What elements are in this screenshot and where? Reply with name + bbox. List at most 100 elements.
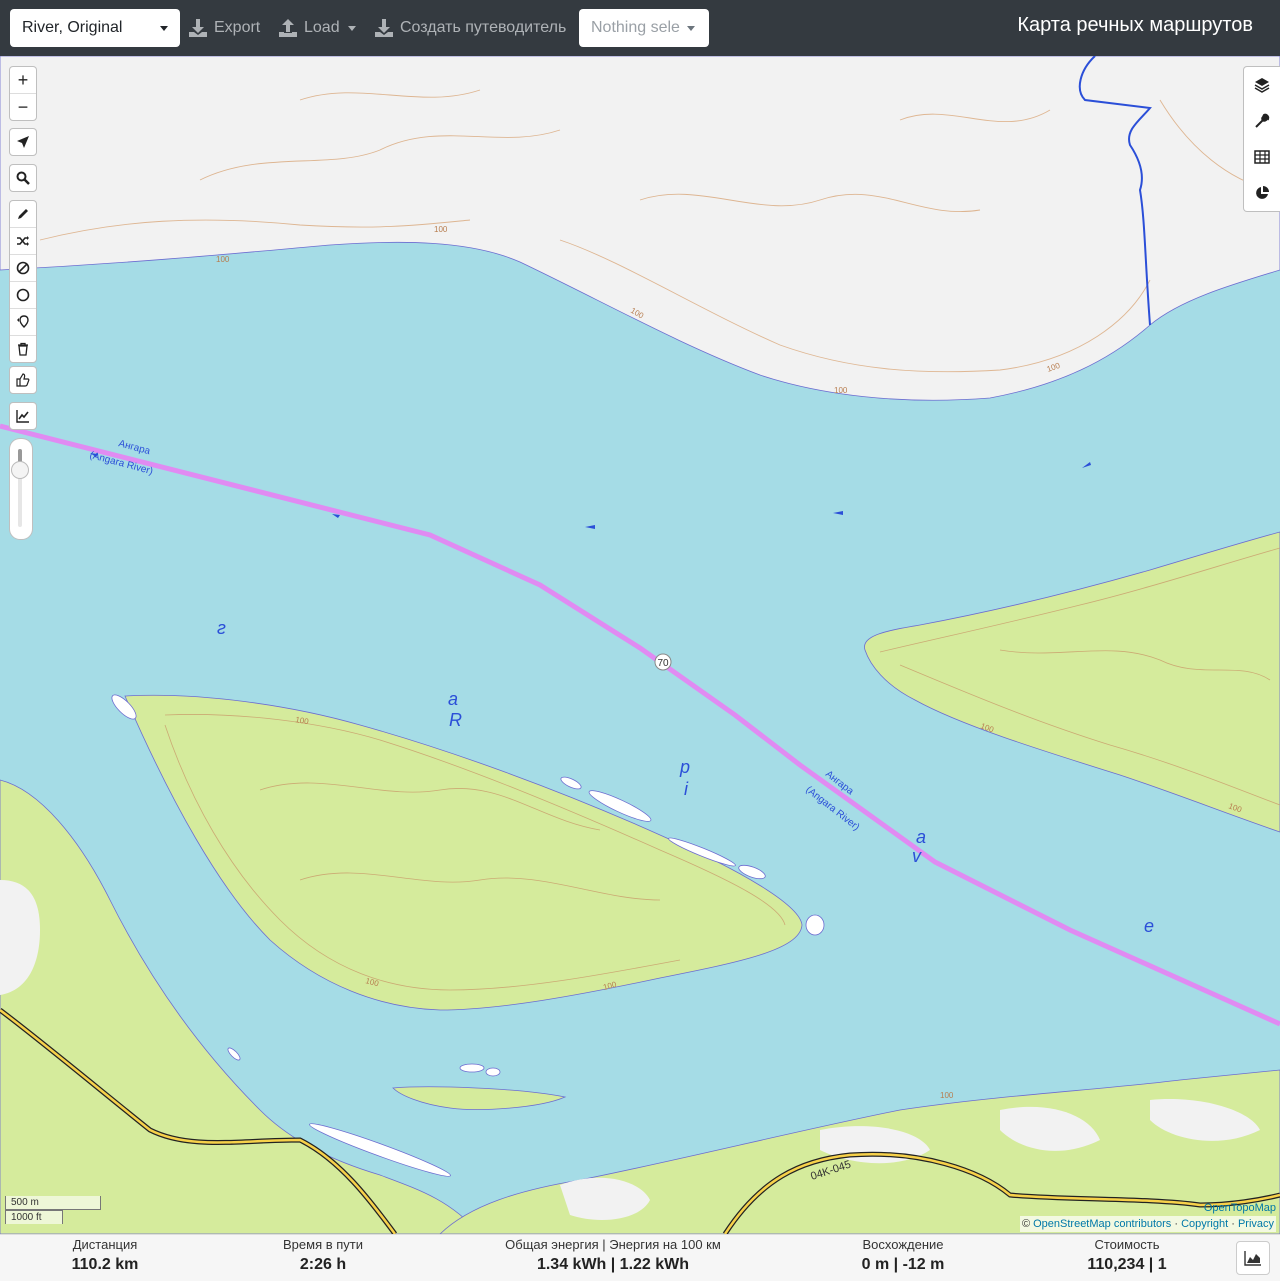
area-chart-icon bbox=[1244, 1251, 1261, 1266]
search-button[interactable] bbox=[10, 165, 36, 191]
cost-value: 110,234 | 1 bbox=[1087, 1256, 1167, 1273]
elevation-profile-button[interactable] bbox=[1236, 1241, 1270, 1275]
attribution: OpenTopoMap © OpenStreetMap contributors… bbox=[1019, 1202, 1276, 1232]
table-icon bbox=[1254, 150, 1270, 164]
stat-ascent: Восхождение 0 m | -12 m bbox=[843, 1237, 963, 1274]
ascent-value: 0 m | -12 m bbox=[861, 1256, 945, 1273]
chevron-down-icon bbox=[160, 26, 168, 31]
trash-icon bbox=[18, 342, 28, 356]
settings-button[interactable] bbox=[1244, 103, 1280, 139]
search-icon bbox=[16, 171, 30, 185]
chart-line-icon bbox=[16, 410, 29, 423]
osm-contributors-link[interactable]: OpenStreetMap contributors bbox=[1033, 1218, 1171, 1230]
contour-label: 100 bbox=[834, 386, 848, 395]
load-label: Load bbox=[304, 19, 340, 36]
right-toolbar bbox=[1243, 66, 1280, 212]
chevron-down-icon bbox=[687, 26, 695, 31]
stat-time: Время в пути 2:26 h bbox=[263, 1237, 383, 1274]
contour-label: 100 bbox=[940, 1091, 954, 1100]
copyright-symbol: © bbox=[1021, 1218, 1031, 1230]
distance-value: 110.2 km bbox=[71, 1256, 139, 1273]
privacy-link[interactable]: Privacy bbox=[1238, 1218, 1274, 1230]
draw-route-button[interactable] bbox=[10, 201, 36, 228]
time-label: Время в пути bbox=[283, 1237, 363, 1252]
river-letter: p bbox=[679, 757, 690, 777]
elevation-control bbox=[9, 402, 37, 430]
opentopomap-link[interactable]: OpenTopoMap bbox=[1204, 1202, 1276, 1214]
zoom-in-button[interactable]: + bbox=[10, 67, 36, 94]
no-entry-icon bbox=[16, 261, 30, 275]
download-icon bbox=[375, 19, 393, 37]
energy-label: Общая энергия | Энергия на 100 км bbox=[505, 1237, 721, 1252]
upload-icon bbox=[279, 19, 297, 37]
pie-chart-icon bbox=[1256, 186, 1269, 199]
time-value: 2:26 h bbox=[299, 1256, 347, 1273]
pencil-icon bbox=[18, 209, 28, 219]
pin-icon bbox=[17, 315, 29, 328]
ascent-label: Восхождение bbox=[862, 1237, 944, 1252]
analysis-button[interactable] bbox=[1244, 175, 1280, 211]
layers-button[interactable] bbox=[1244, 67, 1280, 103]
islet bbox=[485, 1067, 501, 1077]
stat-distance: Дистанция 110.2 km bbox=[45, 1237, 165, 1274]
create-guide-label: Создать путеводитель bbox=[400, 19, 567, 36]
zoom-out-button[interactable]: − bbox=[10, 94, 36, 120]
river-letter: e bbox=[1144, 916, 1154, 936]
slider-handle[interactable] bbox=[11, 461, 29, 479]
river-letter: a bbox=[916, 827, 926, 847]
reverse-route-button[interactable] bbox=[10, 228, 36, 255]
distance-label: Дистанция bbox=[72, 1237, 138, 1252]
stat-cost: Стоимость 110,234 | 1 bbox=[1067, 1237, 1187, 1274]
app-title: Карта речных маршрутов bbox=[1017, 14, 1253, 36]
copyright-link[interactable]: Copyright bbox=[1181, 1218, 1228, 1230]
locate-control bbox=[9, 128, 37, 156]
export-label: Export bbox=[214, 19, 261, 36]
export-button[interactable]: Export bbox=[188, 13, 260, 43]
circle-area-button[interactable] bbox=[10, 282, 36, 309]
islet bbox=[805, 914, 825, 936]
profile-select[interactable]: River, Original bbox=[10, 9, 180, 47]
itinerary-table-button[interactable] bbox=[1244, 139, 1280, 175]
layers-icon bbox=[1254, 78, 1270, 93]
scale-metric: 500 m bbox=[5, 1196, 101, 1210]
delete-route-button[interactable] bbox=[10, 336, 36, 362]
energy-value: 1.34 kWh | 1.22 kWh bbox=[536, 1256, 690, 1273]
map-layer: 70 Ангара (Angara River) Ангара (Angara … bbox=[0, 56, 1280, 1234]
thumbs-control bbox=[9, 366, 37, 394]
locate-icon bbox=[17, 136, 29, 148]
opacity-slider[interactable] bbox=[9, 438, 33, 540]
chevron-down-icon bbox=[347, 25, 356, 31]
load-dropdown-button[interactable]: Load bbox=[278, 13, 356, 43]
thumbs-icon bbox=[16, 373, 30, 387]
route-stats-footer: Дистанция 110.2 km Время в пути 2:26 h О… bbox=[0, 1234, 1280, 1281]
river-letter: a bbox=[448, 689, 458, 709]
islet bbox=[459, 1063, 485, 1073]
wrench-icon bbox=[1255, 113, 1270, 128]
top-navbar: River, Original Export Load Создать путе… bbox=[0, 0, 1280, 56]
nogo-area-button[interactable] bbox=[10, 255, 36, 282]
shuffle-icon bbox=[17, 236, 29, 246]
poi-button[interactable] bbox=[10, 309, 36, 336]
search-control bbox=[9, 164, 37, 192]
zoom-control: + − bbox=[9, 66, 37, 121]
profile-select-value: River, Original bbox=[22, 19, 123, 36]
thumbs-button[interactable] bbox=[10, 367, 36, 393]
scale-imperial: 1000 ft bbox=[5, 1210, 63, 1224]
draw-toolbar bbox=[9, 200, 37, 363]
locate-button[interactable] bbox=[10, 129, 36, 155]
river-letter: г bbox=[217, 618, 226, 638]
elevation-chart-button[interactable] bbox=[10, 403, 36, 429]
create-guide-button[interactable]: Создать путеводитель bbox=[374, 13, 566, 43]
route-select[interactable]: Nothing sele bbox=[579, 9, 709, 47]
contour-label: 100 bbox=[216, 255, 230, 264]
stat-energy: Общая энергия | Энергия на 100 км 1.34 k… bbox=[493, 1237, 733, 1274]
map-canvas[interactable]: 70 Ангара (Angara River) Ангара (Angara … bbox=[0, 56, 1280, 1234]
river-letter: v bbox=[912, 846, 922, 866]
circle-icon bbox=[16, 288, 30, 302]
river-letter: R bbox=[449, 710, 462, 730]
route-select-placeholder: Nothing sele bbox=[591, 19, 680, 36]
scale-bar: 500 m 1000 ft bbox=[5, 1196, 101, 1224]
cost-label: Стоимость bbox=[1094, 1237, 1160, 1252]
route-badge-label: 70 bbox=[657, 658, 669, 669]
download-icon bbox=[189, 19, 207, 37]
